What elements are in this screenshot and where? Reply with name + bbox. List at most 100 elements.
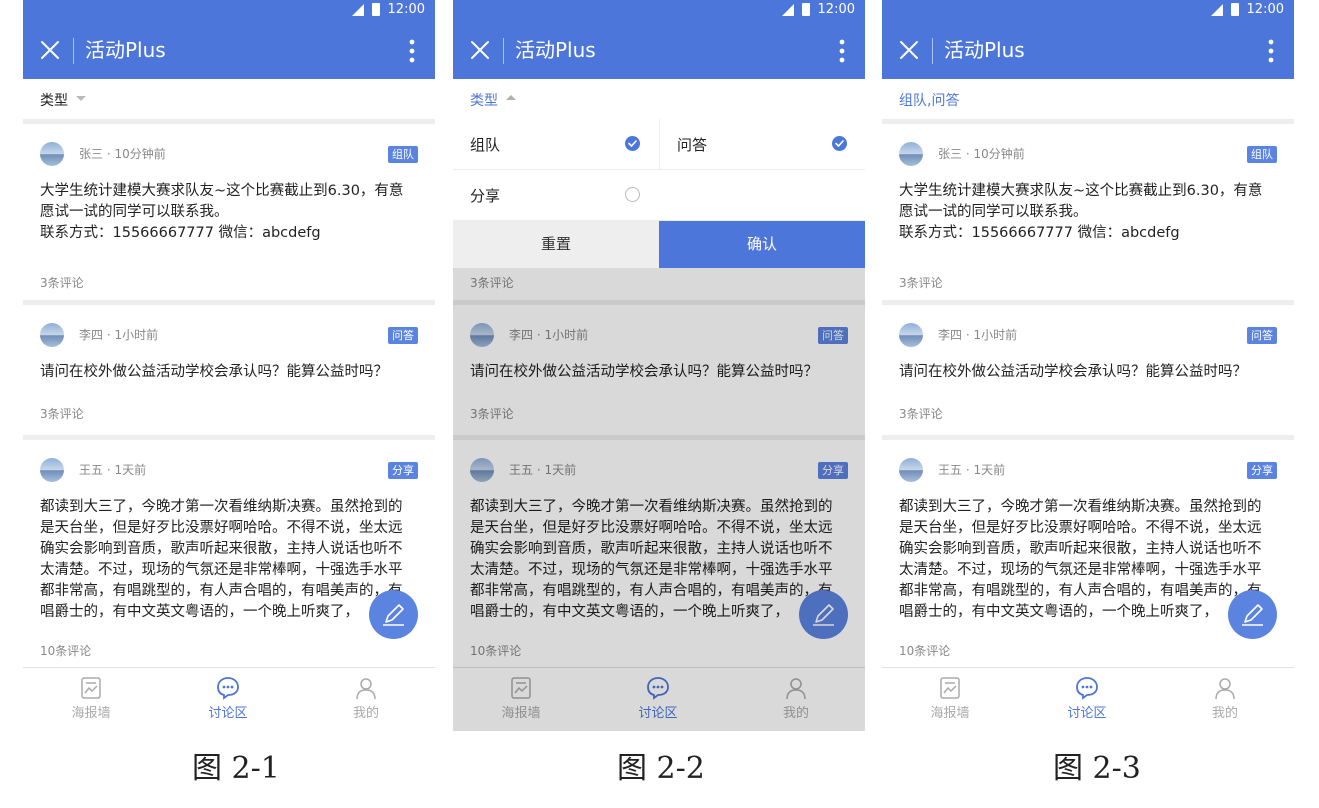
more-icon[interactable] [407,38,417,64]
post-content-line: 请问在校外做公益活动学校会承认吗？能算公益时吗？ [40,364,388,380]
phone-screen-2: 12:00活动Plus类型张三 · 10分钟前组队大学生统计建模大赛求队友~这个… [453,0,865,731]
compose-button[interactable] [369,590,418,639]
unchecked-icon[interactable] [625,187,640,202]
pencil-icon [383,604,404,626]
post-card[interactable]: 李四 · 1小时前 问答 请问在校外做公益活动学校会承认吗？能算公益时吗？ 3条评论 [882,305,1294,435]
confirm-button[interactable]: 确认 [659,221,865,268]
dropdown-option-label: 分享 [470,187,501,205]
post-content-line: 愿试一试的同学可以联系我。 [899,204,1088,220]
signal-icon [781,3,794,16]
post-content[interactable]: 请问在校外做公益活动学校会承认吗？能算公益时吗？ [40,362,418,383]
checked-icon[interactable] [832,136,847,151]
dropdown-option[interactable]: 组队 [453,119,659,169]
status-time: 12:00 [817,2,855,17]
tab-mine[interactable]: 我的 [326,676,406,721]
tab-label: 海报墙 [930,706,970,721]
comment-count[interactable]: 3条评论 [40,274,84,291]
tab-label: 海报墙 [71,706,111,721]
filter-bar[interactable]: 类型 [23,79,435,119]
post-content[interactable]: 请问在校外做公益活动学校会承认吗？能算公益时吗？ [899,362,1277,383]
status-time: 12:00 [387,2,425,17]
more-icon[interactable] [1266,38,1276,64]
filter-bar[interactable]: 组队,问答 [882,79,1294,119]
status-bar: 12:00 [23,0,435,22]
close-icon[interactable] [896,37,922,63]
avatar[interactable] [899,323,923,347]
appbar-divider [503,38,504,64]
avatar[interactable] [40,458,64,482]
post-content-line: 确实会影响到音质，歌声听起来很散，主持人说话也听不 [40,541,403,557]
post-content-line: 联系方式：15566667777 微信：abcdefg [40,225,321,241]
app-title: 活动Plus [515,38,596,62]
tab-discussion[interactable]: 讨论区 [1047,676,1127,721]
more-icon[interactable] [837,38,847,64]
post-card[interactable]: 张三 · 10分钟前 组队大学生统计建模大赛求队友~这个比赛截止到6.30，有意愿… [23,124,435,300]
reset-button[interactable]: 重置 [453,221,659,268]
compose-button[interactable] [1228,590,1277,639]
comment-count[interactable]: 10条评论 [40,642,91,659]
post-content-line: 联系方式：15566667777 微信：abcdefg [899,225,1180,241]
tab-poster-wall[interactable]: 海报墙 [910,676,990,721]
close-icon[interactable] [37,37,63,63]
post-author-time: 王五 · 1天前 [938,463,1006,477]
avatar[interactable] [899,458,923,482]
comment-count[interactable]: 10条评论 [899,642,950,659]
post-content[interactable]: 都读到大三了，今晚才第一次看维纳斯决赛。虽然抢到的 是天台坐，但是好歹比没票好啊哈… [899,497,1277,623]
filter-label[interactable]: 组队,问答 [899,90,959,110]
post-author-time: 张三 · 10分钟前 [79,147,166,161]
tab-label: 讨论区 [1067,706,1107,721]
dropdown-option-label: 问答 [677,136,708,154]
post-card[interactable]: 王五 · 1天前 分享 都读到大三了，今晚才第一次看维纳斯决赛。虽然抢到的 是天台坐，… [882,440,1294,667]
post-author-time: 李四 · 1小时前 [938,328,1018,342]
dropdown-row: 组队 问答 [453,119,865,170]
post-content-line: 都非常高，有唱跳型的，有人声合唱的，有唱美声的，有 [899,583,1262,599]
post-content-line: 大学生统计建模大赛求队友~这个比赛截止到6.30，有意 [40,183,404,199]
dropdown-row: 分享 [453,170,865,221]
status-bar: 12:00 [882,0,1294,22]
overlay-mask[interactable] [453,268,865,731]
battery-icon [371,3,380,16]
post-content[interactable]: 都读到大三了，今晚才第一次看维纳斯决赛。虽然抢到的 是天台坐，但是好歹比没票好啊哈… [40,497,418,623]
signal-icon [351,3,364,16]
comment-count[interactable]: 3条评论 [899,405,943,422]
post-content-line: 唱爵士的，有中文英文粤语的，一个晚上听爽了， [40,604,359,620]
tab-poster-wall[interactable]: 海报墙 [51,676,131,721]
tab-mine[interactable]: 我的 [1185,676,1265,721]
filter-label[interactable]: 类型 [40,90,68,110]
comment-count[interactable]: 3条评论 [40,405,84,422]
post-card[interactable]: 张三 · 10分钟前 组队大学生统计建模大赛求队友~这个比赛截止到6.30，有意愿… [882,124,1294,300]
more-glyph [1268,39,1274,63]
dropdown-actions: 重置 确认 [453,221,865,268]
post-content[interactable]: 大学生统计建模大赛求队友~这个比赛截止到6.30，有意愿试一试的同学可以联系我。… [40,181,418,244]
filter-bar[interactable]: 类型 [453,79,865,119]
phone-screen-1: 12:00 活动Plus 类型张三 · 10分钟前 组队 大学生统计建模大赛求队友~这个… [23,0,435,731]
chat-icon [217,677,239,700]
type-filter-dropdown: 组队 问答分享重置 确认 [453,119,865,268]
signal-icon [1210,3,1223,16]
post-content-line: 请问在校外做公益活动学校会承认吗？能算公益时吗？ [899,364,1247,380]
post-card[interactable]: 王五 · 1天前 分享 都读到大三了，今晚才第一次看维纳斯决赛。虽然抢到的 是天台坐，… [23,440,435,667]
caret-up-icon[interactable] [506,95,516,100]
close-glyph [900,41,918,59]
tab-discussion[interactable]: 讨论区 [188,676,268,721]
avatar[interactable] [40,323,64,347]
post-content-line: 都读到大三了，今晚才第一次看维纳斯决赛。虽然抢到的 [40,499,403,515]
battery-icon [801,3,810,16]
comment-count[interactable]: 3条评论 [899,274,943,291]
status-bar: 12:00 [453,0,865,22]
caret-down-icon[interactable] [76,96,86,101]
filter-label[interactable]: 类型 [470,90,498,110]
close-icon[interactable] [467,37,493,63]
post-card[interactable]: 李四 · 1小时前 问答 请问在校外做公益活动学校会承认吗？能算公益时吗？ 3条评论 [23,305,435,435]
avatar[interactable] [899,142,923,166]
post-content-line: 太清楚。不过，现场的气氛还是非常棒啊，十强选手水平 [40,562,403,578]
avatar[interactable] [40,142,64,166]
app-bar: 活动Plus [23,22,435,79]
post-content[interactable]: 大学生统计建模大赛求队友~这个比赛截止到6.30，有意愿试一试的同学可以联系我。… [899,181,1277,244]
post-author-time: 李四 · 1小时前 [79,328,159,342]
dropdown-option[interactable]: 分享 [453,170,659,220]
check-glyph [835,140,844,147]
checked-icon[interactable] [625,136,640,151]
post-author-time: 王五 · 1天前 [79,463,147,477]
dropdown-option[interactable]: 问答 [659,119,865,169]
